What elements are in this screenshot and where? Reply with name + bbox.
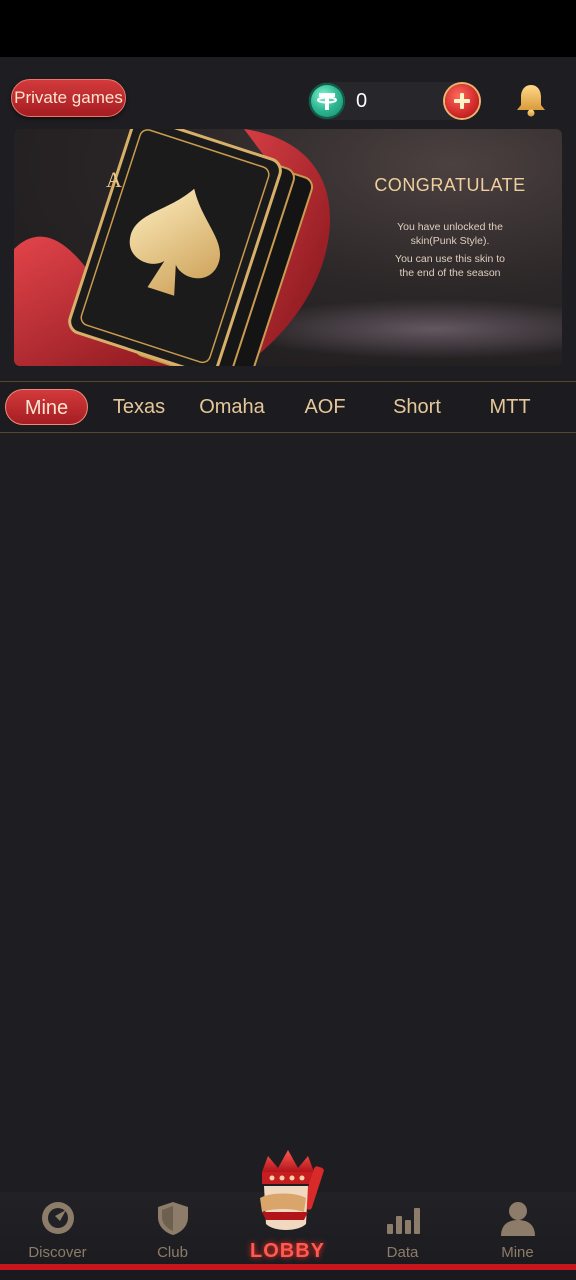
wallet-balance[interactable]: 0	[308, 82, 480, 120]
nav-mine[interactable]: Mine	[460, 1192, 575, 1264]
tab-mine[interactable]: Mine	[5, 389, 88, 425]
nav-data[interactable]: Data	[345, 1192, 460, 1264]
private-games-button[interactable]: Private games	[11, 79, 126, 117]
tab-texas[interactable]: Texas	[96, 389, 182, 425]
game-type-tabs: Mine Texas Omaha AOF Short MTT	[0, 381, 576, 433]
plus-icon	[454, 93, 470, 109]
compass-icon	[42, 1202, 74, 1234]
balance-value: 0	[356, 90, 368, 112]
bar-chart-icon	[387, 1208, 420, 1234]
king-icon[interactable]	[248, 1146, 330, 1238]
nav-discover[interactable]: Discover	[0, 1192, 115, 1264]
active-glow-strip	[0, 1264, 576, 1280]
svg-text:A: A	[106, 167, 122, 192]
add-funds-button[interactable]	[445, 84, 479, 118]
nav-label: Club	[157, 1244, 188, 1261]
tab-omaha[interactable]: Omaha	[186, 389, 278, 425]
status-bar	[0, 0, 576, 57]
bell-icon[interactable]	[514, 82, 548, 118]
tab-aof[interactable]: AOF	[283, 389, 367, 425]
nav-label: Data	[386, 1244, 419, 1261]
game-list-area	[0, 432, 576, 1192]
shield-icon	[158, 1202, 188, 1235]
promo-banner[interactable]: A CONGRATULATE You have unlocked the ski…	[14, 129, 562, 366]
banner-text-line: You have unlocked the	[397, 221, 503, 233]
nav-label: Discover	[28, 1244, 87, 1261]
banner-text-line: skin(Punk Style).	[410, 235, 490, 247]
banner-text-line: You can use this skin to	[395, 253, 505, 265]
banner-title: CONGRATULATE	[374, 175, 526, 195]
tab-mtt[interactable]: MTT	[468, 389, 552, 425]
nav-club[interactable]: Club	[115, 1192, 230, 1264]
user-icon	[501, 1202, 535, 1236]
nav-label: Mine	[501, 1244, 534, 1261]
tether-icon	[309, 83, 345, 119]
nav-lobby-label[interactable]: LOBBY	[230, 1240, 345, 1263]
tab-short[interactable]: Short	[374, 389, 460, 425]
banner-text-line: the end of the season	[399, 267, 501, 279]
